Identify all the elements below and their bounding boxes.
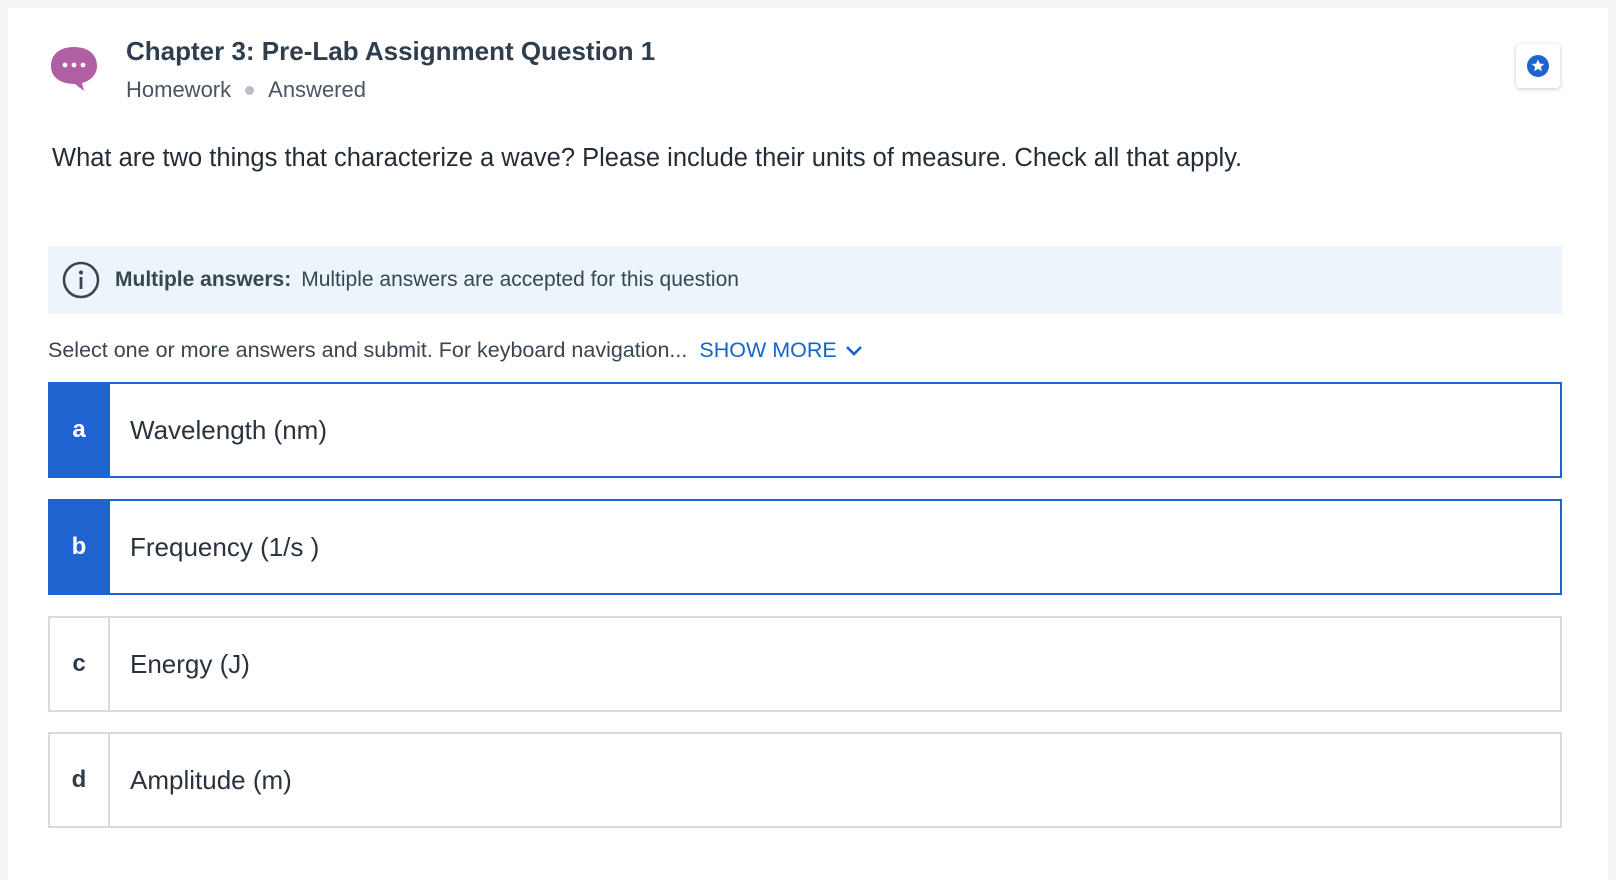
option-text: Wavelength (nm) — [130, 414, 327, 445]
instructions: Select one or more answers and submit. F… — [48, 338, 863, 363]
question-text: What are two things that characterize a … — [52, 144, 1243, 172]
star-icon — [1527, 55, 1549, 77]
answer-option-a[interactable]: a Wavelength (nm) — [48, 382, 1562, 478]
show-more-label: SHOW MORE — [699, 338, 837, 362]
option-text: Energy (J) — [130, 648, 250, 679]
question-meta: Homework Answered — [126, 77, 366, 103]
answer-option-d[interactable]: d Amplitude (m) — [48, 732, 1562, 828]
option-letter: c — [50, 618, 110, 710]
show-more-link[interactable]: SHOW MORE — [699, 338, 862, 363]
info-text: Multiple answers are accepted for this q… — [301, 268, 739, 291]
chevron-down-icon — [845, 345, 862, 356]
option-text: Amplitude (m) — [130, 764, 292, 795]
category-label: Homework — [126, 77, 232, 102]
question-header: Chapter 3: Pre-Lab Assignment Question 1… — [8, 8, 1608, 108]
option-text: Frequency (1/s ) — [130, 531, 320, 562]
option-letter: d — [50, 734, 110, 826]
chat-bubble-icon — [51, 47, 97, 91]
answer-option-c[interactable]: c Energy (J) — [48, 616, 1562, 712]
separator-dot — [245, 85, 255, 95]
info-label: Multiple answers: — [115, 268, 292, 291]
instructions-text: Select one or more answers and submit. F… — [48, 338, 688, 362]
info-icon — [62, 261, 100, 299]
page-title: Chapter 3: Pre-Lab Assignment Question 1 — [126, 36, 656, 66]
info-banner: Multiple answers: Multiple answers are a… — [48, 246, 1562, 314]
option-letter: b — [48, 499, 110, 595]
answer-option-b[interactable]: b Frequency (1/s ) — [48, 499, 1562, 595]
question-card: Chapter 3: Pre-Lab Assignment Question 1… — [8, 8, 1608, 880]
bookmark-button[interactable] — [1516, 44, 1560, 88]
option-letter: a — [48, 382, 110, 478]
status-label: Answered — [268, 77, 366, 102]
